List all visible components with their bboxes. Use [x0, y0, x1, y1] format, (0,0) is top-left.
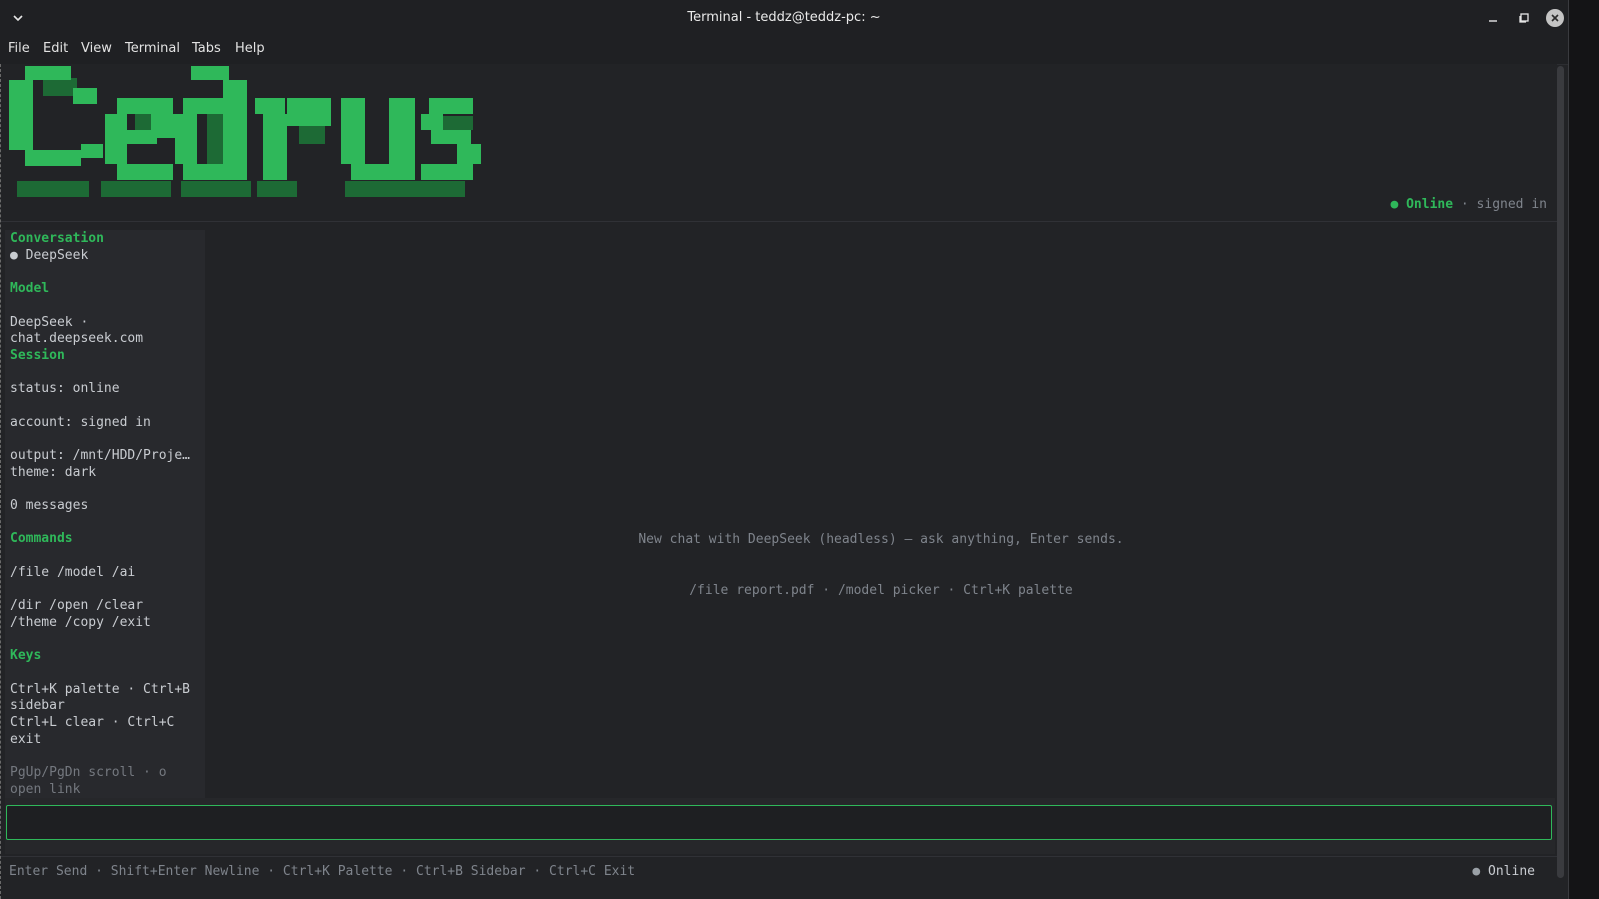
minimize-icon[interactable]: [1484, 9, 1502, 27]
keys-line-3: Ctrl+L clear · Ctrl+C: [10, 715, 175, 730]
menu-edit[interactable]: Edit: [43, 41, 68, 56]
commands-line-2: /dir /open /clear: [10, 598, 144, 613]
sidebar: Conversation ● DeepSeek Model DeepSeek ·…: [5, 230, 205, 798]
keys-line-5: PgUp/PgDn scroll · o: [10, 765, 167, 780]
sidebar-item-deepseek[interactable]: ● DeepSeek: [10, 247, 88, 264]
footer-status: ● Online: [1472, 864, 1535, 879]
online-dot-icon: ●: [1390, 197, 1399, 212]
session-account: account: signed in: [10, 415, 151, 430]
session-theme: theme: dark: [10, 465, 97, 480]
sidebar-heading-commands: Commands: [10, 531, 73, 546]
header-status: ● Online · signed in: [1390, 197, 1547, 212]
window-title: Terminal - teddz@teddz-pc: ~: [687, 10, 881, 25]
terminal-viewport[interactable]: ● Online · signed in Conversation ● Deep…: [0, 64, 1557, 899]
menu-terminal[interactable]: Terminal: [125, 41, 180, 56]
footer-status-label: Online: [1488, 864, 1535, 879]
footer-hints: Enter Send · Shift+Enter Newline · Ctrl+…: [9, 864, 636, 879]
menu-bar: File Edit View Terminal Tabs Help: [0, 35, 1568, 65]
keys-line-1: Ctrl+K palette · Ctrl+B: [10, 682, 191, 697]
menu-help[interactable]: Help: [235, 41, 265, 56]
sidebar-heading-conversation: Conversation: [10, 231, 104, 246]
scrollbar[interactable]: [1557, 66, 1564, 878]
commands-line-1: /file /model /ai: [10, 565, 136, 580]
title-bar: Terminal - teddz@teddz-pc: ~: [0, 0, 1568, 35]
session-status: status: online: [10, 381, 120, 396]
maximize-icon[interactable]: [1515, 9, 1533, 27]
empty-chat-line-1: New chat with DeepSeek (headless) — ask …: [638, 532, 1124, 547]
status-separator: ·: [1453, 197, 1477, 212]
status-account: signed in: [1476, 197, 1547, 212]
keys-line-4: exit: [10, 732, 42, 747]
app-logo: [1, 64, 491, 208]
status-dot-icon: ●: [1472, 864, 1481, 879]
commands-line-3: /theme /copy /exit: [10, 615, 151, 630]
sidebar-heading-session: Session: [10, 348, 65, 363]
status-state: Online: [1406, 197, 1454, 212]
keys-line-2: sidebar: [10, 698, 65, 713]
close-icon[interactable]: [1546, 9, 1564, 27]
sidebar-heading-model: Model: [10, 281, 50, 296]
model-line-1: DeepSeek ·: [10, 315, 89, 330]
empty-chat-message: New chat with DeepSeek (headless) — ask …: [206, 497, 1556, 633]
empty-chat-line-2: /file report.pdf · /model picker · Ctrl+…: [689, 583, 1073, 598]
session-messages: 0 messages: [10, 498, 89, 513]
menu-view[interactable]: View: [81, 41, 112, 56]
menu-file[interactable]: File: [8, 41, 30, 56]
footer-divider: [1, 856, 1557, 857]
sidebar-heading-keys: Keys: [10, 648, 42, 663]
keys-line-6: open link: [10, 782, 81, 797]
header-divider: [1, 221, 1557, 222]
terminal-window: Terminal - teddz@teddz-pc: ~ File Edit V…: [0, 0, 1569, 899]
model-line-2: chat.deepseek.com: [10, 331, 144, 346]
message-input[interactable]: [6, 805, 1552, 840]
session-output: output: /mnt/HDD/Proje…: [10, 448, 191, 463]
menu-tabs[interactable]: Tabs: [192, 41, 221, 56]
